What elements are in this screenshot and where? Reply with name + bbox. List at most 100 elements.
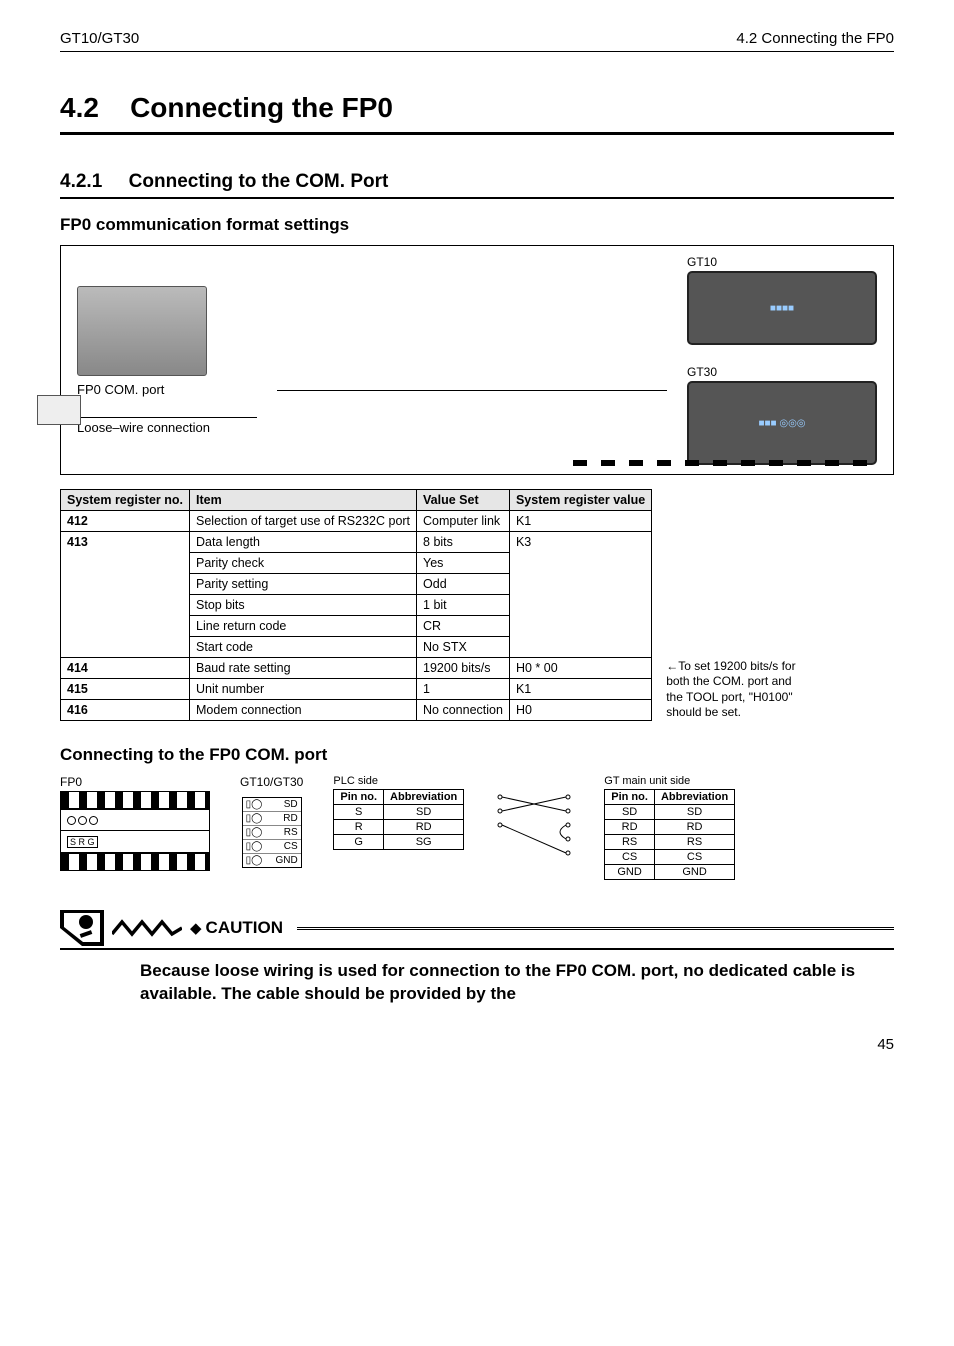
caution-header: ◆ CAUTION — [60, 910, 894, 950]
gt-side-title: GT main unit side — [604, 775, 735, 787]
register-note: ←To set 19200 bits/s for both the COM. p… — [658, 659, 808, 721]
reg-no: 412 — [61, 511, 190, 532]
zigzag-icon — [112, 918, 182, 938]
gt10-device-icon: ■■■■ — [687, 271, 877, 345]
reg-value: 1 — [417, 679, 510, 700]
table-row: GNDGND — [605, 865, 735, 880]
pin-cell: SD — [654, 805, 734, 820]
gt30-device-icon: ■■■ ◎◎◎ — [687, 381, 877, 465]
table-row: RSRS — [605, 835, 735, 850]
fp0-device-group: FP0 COM. port Loose–wire connection — [77, 286, 257, 435]
gt30-group: GT30 ■■■ ◎◎◎ — [687, 365, 877, 465]
reg-header-no: System register no. — [61, 490, 190, 511]
table-row: 416 Modem connection No connection H0 — [61, 700, 652, 721]
page-header: GT10/GT30 4.2 Connecting the FP0 — [60, 30, 894, 52]
reg-item: Parity check — [190, 553, 417, 574]
reg-no: 413 — [61, 532, 190, 658]
gt-units-group: GT10 ■■■■ GT30 ■■■ ◎◎◎ — [687, 255, 877, 465]
reg-header-value: Value Set — [417, 490, 510, 511]
reg-item: Line return code — [190, 616, 417, 637]
pin-cell: R — [334, 820, 384, 835]
wiring-figure: FP0 S R G GT10/GT30 ▯◯SD ▯◯RD ▯◯RS ▯◯CS … — [60, 775, 894, 880]
table-row: Pin no. Abbreviation — [334, 790, 464, 805]
pin-cell: CS — [605, 850, 655, 865]
connection-type-label: Loose–wire connection — [77, 417, 257, 435]
pin-cell: SD — [605, 805, 655, 820]
table-row: RRD — [334, 820, 464, 835]
pin-cell: GND — [605, 865, 655, 880]
plc-pin-col: PLC side Pin no. Abbreviation SSD RRD GS… — [333, 775, 464, 850]
reg-srv: K1 — [509, 679, 651, 700]
subsection-title: 4.2.1 Connecting to the COM. Port — [60, 171, 894, 193]
subsection-number: 4.2.1 — [60, 171, 102, 192]
pin-cell: RD — [654, 820, 734, 835]
pin-cell: G — [334, 835, 384, 850]
wiring-map-icon — [494, 775, 574, 861]
pin-header: Abbreviation — [654, 790, 734, 805]
section-number: 4.2 — [60, 92, 99, 123]
figure-connection-overview: FP0 COM. port Loose–wire connection GT10… — [60, 245, 894, 475]
pin-cell: SG — [384, 835, 464, 850]
gt-terminal-icon: ▯◯SD ▯◯RD ▯◯RS ▯◯CS ▯◯GND — [242, 797, 302, 868]
system-register-table: System register no. Item Value Set Syste… — [60, 489, 652, 721]
pin-cell: CS — [654, 850, 734, 865]
reg-item: Modem connection — [190, 700, 417, 721]
reg-item: Parity setting — [190, 574, 417, 595]
header-left: GT10/GT30 — [60, 30, 139, 47]
caution-text: Because loose wiring is used for connect… — [140, 960, 894, 1006]
gt10-group: GT10 ■■■■ — [687, 255, 877, 345]
reg-no: 415 — [61, 679, 190, 700]
pin-cell: RD — [605, 820, 655, 835]
reg-item: Stop bits — [190, 595, 417, 616]
term-label: RS — [284, 827, 298, 838]
fp0-format-title: FP0 communication format settings — [60, 215, 894, 235]
page: GT10/GT30 4.2 Connecting the FP0 4.2 Con… — [0, 0, 954, 1093]
term-label: SD — [284, 799, 298, 810]
reg-value: 1 bit — [417, 595, 510, 616]
pin-cell: SD — [384, 805, 464, 820]
reg-srv: H0 * 00 — [509, 658, 651, 679]
reg-item: Unit number — [190, 679, 417, 700]
table-row: 413 Data length 8 bits K3 — [61, 532, 652, 553]
reg-header-item: Item — [190, 490, 417, 511]
gt10-label: GT10 — [687, 255, 877, 269]
term-label: CS — [284, 841, 298, 852]
section-title: 4.2 Connecting the FP0 — [60, 92, 894, 124]
subsection-name: Connecting to the COM. Port — [129, 171, 389, 192]
note-arrow-icon: ← — [666, 659, 678, 673]
fp0-socket-icon — [37, 395, 81, 425]
fp0-port-label: FP0 COM. port — [77, 382, 257, 397]
caution-icon — [60, 910, 104, 946]
subsection-underline — [60, 197, 894, 199]
page-number: 45 — [60, 1036, 894, 1053]
header-right: 4.2 Connecting the FP0 — [736, 30, 894, 47]
reg-srv: K3 — [509, 532, 651, 658]
reg-item: Start code — [190, 637, 417, 658]
plc-pin-table: Pin no. Abbreviation SSD RRD GSG — [333, 789, 464, 850]
reg-item: Data length — [190, 532, 417, 553]
gt30-label: GT30 — [687, 365, 877, 379]
pin-cell: RS — [605, 835, 655, 850]
gt-pin-col: GT main unit side Pin no. Abbreviation S… — [604, 775, 735, 880]
table-row: 412 Selection of target use of RS232C po… — [61, 511, 652, 532]
reg-value: Yes — [417, 553, 510, 574]
section-underline — [60, 132, 894, 135]
fp0-plc-icon: S R G — [60, 791, 210, 871]
caution-label: CAUTION — [206, 918, 283, 938]
pin-header: Pin no. — [334, 790, 384, 805]
caution-bullet-icon: ◆ — [190, 919, 202, 937]
gt-label: GT10/GT30 — [240, 775, 303, 789]
table-row: SSD — [334, 805, 464, 820]
reg-value: 19200 bits/s — [417, 658, 510, 679]
reg-value: CR — [417, 616, 510, 637]
table-row: SDSD — [605, 805, 735, 820]
reg-item: Baud rate setting — [190, 658, 417, 679]
reg-value: Computer link — [417, 511, 510, 532]
reg-no: 414 — [61, 658, 190, 679]
reg-item: Selection of target use of RS232C port — [190, 511, 417, 532]
fp0-plc-group: FP0 S R G — [60, 775, 210, 871]
figure-dots — [573, 460, 873, 466]
table-row: 415 Unit number 1 K1 — [61, 679, 652, 700]
pin-header: Abbreviation — [384, 790, 464, 805]
gt-pin-table: Pin no. Abbreviation SDSD RDRD RSRS CSCS… — [604, 789, 735, 880]
